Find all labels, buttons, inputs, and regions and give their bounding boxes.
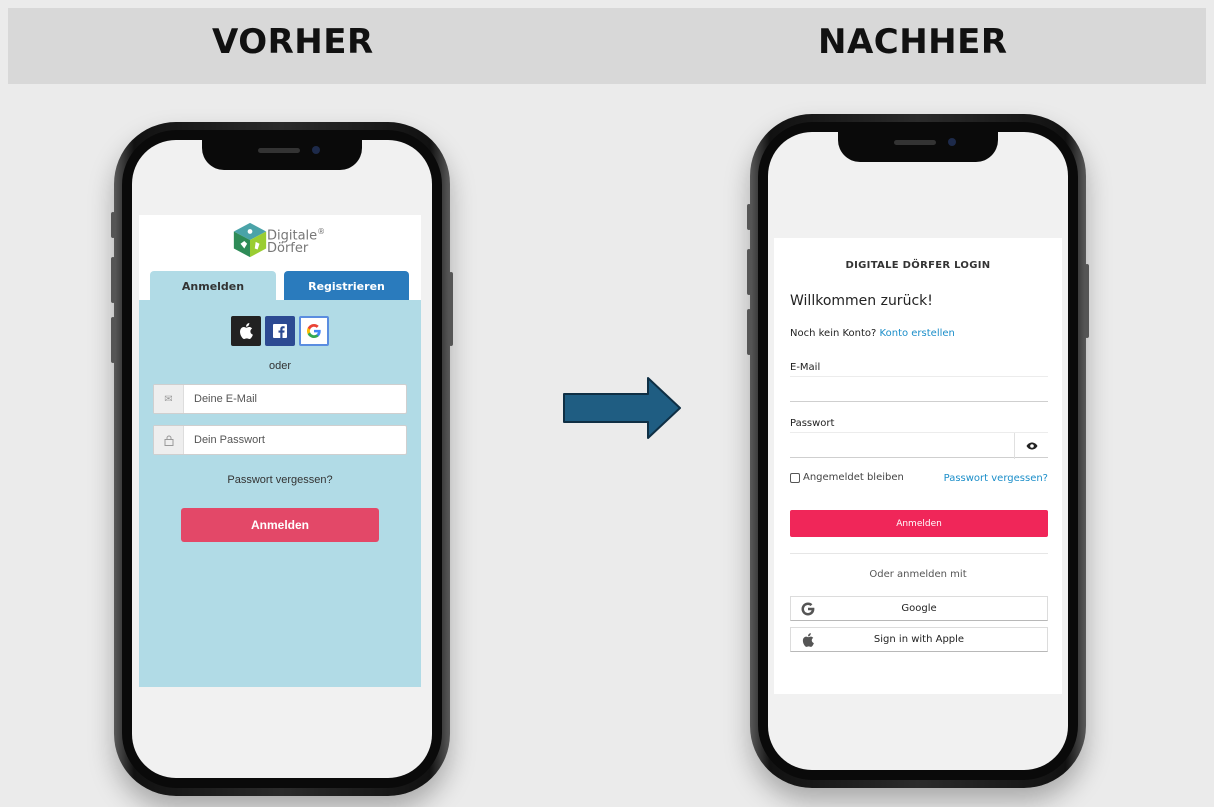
password-placeholder: Dein Passwort: [194, 434, 265, 446]
old-app-header: Digitale® Dörfer Anmelden Registrieren: [139, 215, 421, 301]
digitale-doerfer-logo-icon: [233, 222, 267, 258]
remember-me[interactable]: Angemeldet bleiben: [790, 472, 904, 483]
forgot-password-link[interactable]: Passwort vergessen?: [944, 473, 1048, 484]
tab-register[interactable]: Registrieren: [284, 271, 409, 301]
social-login-row: [139, 316, 421, 346]
divider: [790, 553, 1048, 554]
google-label: Google: [901, 603, 937, 614]
forgot-password-link[interactable]: Passwort vergessen?: [139, 474, 421, 486]
phone-notch: [202, 140, 362, 170]
mail-icon: ✉: [154, 385, 184, 413]
show-password-toggle[interactable]: [1014, 433, 1048, 459]
arrow-right-icon: [563, 377, 681, 439]
google-icon: [307, 324, 321, 338]
email-label: E-Mail: [790, 362, 821, 373]
email-field[interactable]: [790, 376, 1048, 402]
phone-volume-up: [747, 249, 751, 295]
phone-volume-down: [747, 309, 751, 355]
heading-after: NACHHER: [818, 22, 1008, 62]
speaker-grille: [258, 148, 300, 153]
password-label: Passwort: [790, 418, 835, 429]
facebook-login-button[interactable]: [265, 316, 295, 346]
registered-mark: ®: [317, 227, 326, 236]
welcome-heading: Willkommen zurück!: [790, 293, 933, 309]
apple-login-button[interactable]: [231, 316, 261, 346]
header-band: [8, 8, 1206, 84]
google-icon: [801, 602, 815, 615]
old-login-app: Digitale® Dörfer Anmelden Registrieren o…: [139, 215, 421, 687]
no-account-label: Noch kein Konto?: [790, 328, 877, 339]
phone-power-button: [449, 272, 453, 346]
email-input[interactable]: ✉ Deine E-Mail: [153, 384, 407, 414]
phone-screen: DIGITALE DÖRFER LOGIN Willkommen zurück!…: [768, 132, 1068, 770]
password-field[interactable]: [790, 432, 1048, 459]
google-login-button[interactable]: [299, 316, 329, 346]
create-account-link[interactable]: Konto erstellen: [880, 328, 955, 339]
no-account-text: Noch kein Konto? Konto erstellen: [790, 328, 955, 339]
phone-before: Digitale® Dörfer Anmelden Registrieren o…: [111, 122, 453, 796]
email-placeholder: Deine E-Mail: [194, 393, 257, 405]
phone-notch: [838, 132, 998, 162]
speaker-grille: [894, 140, 936, 145]
login-button[interactable]: Anmelden: [181, 508, 379, 542]
or-text: oder: [268, 360, 292, 372]
or-sign-in-with-text: Oder anmelden mit: [869, 569, 967, 580]
apple-icon: [802, 632, 814, 647]
apple-icon: [240, 323, 253, 339]
login-button[interactable]: Anmelden: [790, 510, 1048, 537]
google-sign-in-button[interactable]: Google: [790, 596, 1048, 621]
front-camera: [312, 146, 320, 154]
apple-label: Sign in with Apple: [873, 634, 965, 645]
apple-sign-in-button[interactable]: Sign in with Apple: [790, 627, 1048, 652]
front-camera: [948, 138, 956, 146]
logo-text: Digitale® Dörfer: [267, 225, 325, 255]
phone-after: DIGITALE DÖRFER LOGIN Willkommen zurück!…: [747, 114, 1089, 788]
remember-me-checkbox[interactable]: [790, 472, 800, 483]
new-login-app: DIGITALE DÖRFER LOGIN Willkommen zurück!…: [774, 238, 1062, 694]
phone-mute-switch: [111, 212, 115, 238]
eye-icon: [1026, 442, 1037, 450]
password-input[interactable]: Dein Passwort: [153, 425, 407, 455]
old-login-panel: oder ✉ Deine E-Mail Dein Passwort Passwo…: [139, 300, 421, 687]
facebook-icon: [273, 324, 287, 338]
phone-power-button: [1085, 264, 1089, 338]
heading-before: VORHER: [212, 22, 374, 62]
remember-me-label: Angemeldet bleiben: [803, 472, 904, 483]
phone-screen: Digitale® Dörfer Anmelden Registrieren o…: [132, 140, 432, 778]
phone-mute-switch: [747, 204, 751, 230]
login-title: DIGITALE DÖRFER LOGIN: [845, 260, 991, 271]
phone-volume-up: [111, 257, 115, 303]
logo-text-line2: Dörfer: [267, 241, 309, 257]
phone-volume-down: [111, 317, 115, 363]
tab-login[interactable]: Anmelden: [150, 271, 276, 301]
lock-icon: [154, 426, 184, 454]
